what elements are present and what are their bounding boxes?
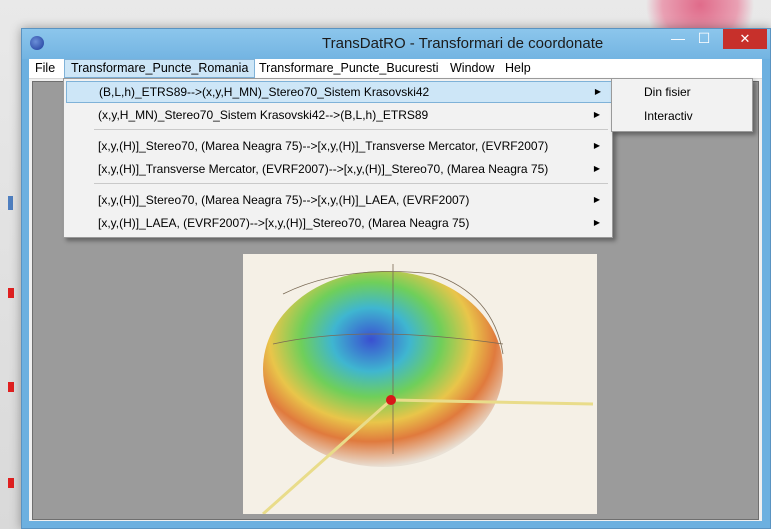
window-title: TransDatRO - Transformari de coordonate: [322, 35, 604, 52]
menu-transformare-romania[interactable]: Transformare_Puncte_Romania: [64, 59, 256, 78]
menu-bar: File Transformare_Puncte_Romania Transfo…: [29, 59, 762, 79]
menu-separator: [94, 183, 608, 184]
submenu-arrow-icon: ▶: [593, 141, 600, 150]
menu-file[interactable]: File: [29, 59, 61, 78]
minimize-icon[interactable]: —: [665, 29, 691, 49]
menu-transformare-bucuresti[interactable]: Transformare_Puncte_Bucuresti: [253, 59, 444, 78]
menu-option-label: [x,y,(H)]_LAEA, (EVRF2007)-->[x,y,(H)]_S…: [98, 216, 470, 230]
desktop-icon-fragment: [8, 196, 13, 210]
menu-option-stereo70-to-tm[interactable]: [x,y,(H)]_Stereo70, (Marea Neagra 75)-->…: [66, 135, 610, 157]
menu-option-label: [x,y,(H)]_Stereo70, (Marea Neagra 75)-->…: [98, 193, 470, 207]
globe-illustration: [262, 264, 594, 514]
menu-option-label: (B,L,h)_ETRS89-->(x,y,H_MN)_Stereo70_Sis…: [99, 85, 430, 99]
submenu-label: Din fisier: [644, 85, 691, 99]
maximize-icon[interactable]: ☐: [691, 29, 717, 49]
submenu-din-fisier[interactable]: Din fisier: [614, 81, 750, 103]
menu-dropdown-romania: (B,L,h)_ETRS89-->(x,y,H_MN)_Stereo70_Sis…: [63, 78, 613, 238]
splash-image: [243, 254, 597, 514]
submenu-arrow-icon: ▶: [593, 218, 600, 227]
close-icon[interactable]: ✕: [723, 29, 767, 49]
menu-option-etrs89-to-stereo70[interactable]: (B,L,h)_ETRS89-->(x,y,H_MN)_Stereo70_Sis…: [66, 81, 612, 103]
desktop-icon-fragment: [8, 288, 14, 298]
app-globe-icon[interactable]: [30, 36, 44, 50]
menu-option-label: [x,y,(H)]_Transverse Mercator, (EVRF2007…: [98, 162, 549, 176]
submenu-label: Interactiv: [644, 109, 693, 123]
desktop-icon-fragment: [8, 382, 14, 392]
menu-help[interactable]: Help: [499, 59, 537, 78]
submenu-interactiv[interactable]: Interactiv: [614, 105, 750, 127]
menu-option-stereo70-to-etrs89[interactable]: (x,y,H_MN)_Stereo70_Sistem Krasovski42--…: [66, 104, 610, 126]
title-bar[interactable]: TransDatRO - Transformari de coordonate …: [22, 29, 770, 59]
submenu-arrow-icon: ▶: [593, 110, 600, 119]
menu-separator: [94, 129, 608, 130]
menu-window[interactable]: Window: [444, 59, 500, 78]
submenu-arrow-icon: ▶: [593, 164, 600, 173]
submenu-input-mode: Din fisier Interactiv: [611, 78, 753, 132]
menu-option-label: [x,y,(H)]_Stereo70, (Marea Neagra 75)-->…: [98, 139, 549, 153]
submenu-arrow-icon: ▶: [593, 195, 600, 204]
submenu-arrow-icon: ▶: [594, 87, 601, 96]
menu-option-laea-to-stereo70[interactable]: [x,y,(H)]_LAEA, (EVRF2007)-->[x,y,(H)]_S…: [66, 212, 610, 234]
menu-option-label: (x,y,H_MN)_Stereo70_Sistem Krasovski42--…: [98, 108, 429, 122]
menu-option-stereo70-to-laea[interactable]: [x,y,(H)]_Stereo70, (Marea Neagra 75)-->…: [66, 189, 610, 211]
menu-option-tm-to-stereo70[interactable]: [x,y,(H)]_Transverse Mercator, (EVRF2007…: [66, 158, 610, 180]
desktop-icon-fragment: [8, 478, 14, 488]
